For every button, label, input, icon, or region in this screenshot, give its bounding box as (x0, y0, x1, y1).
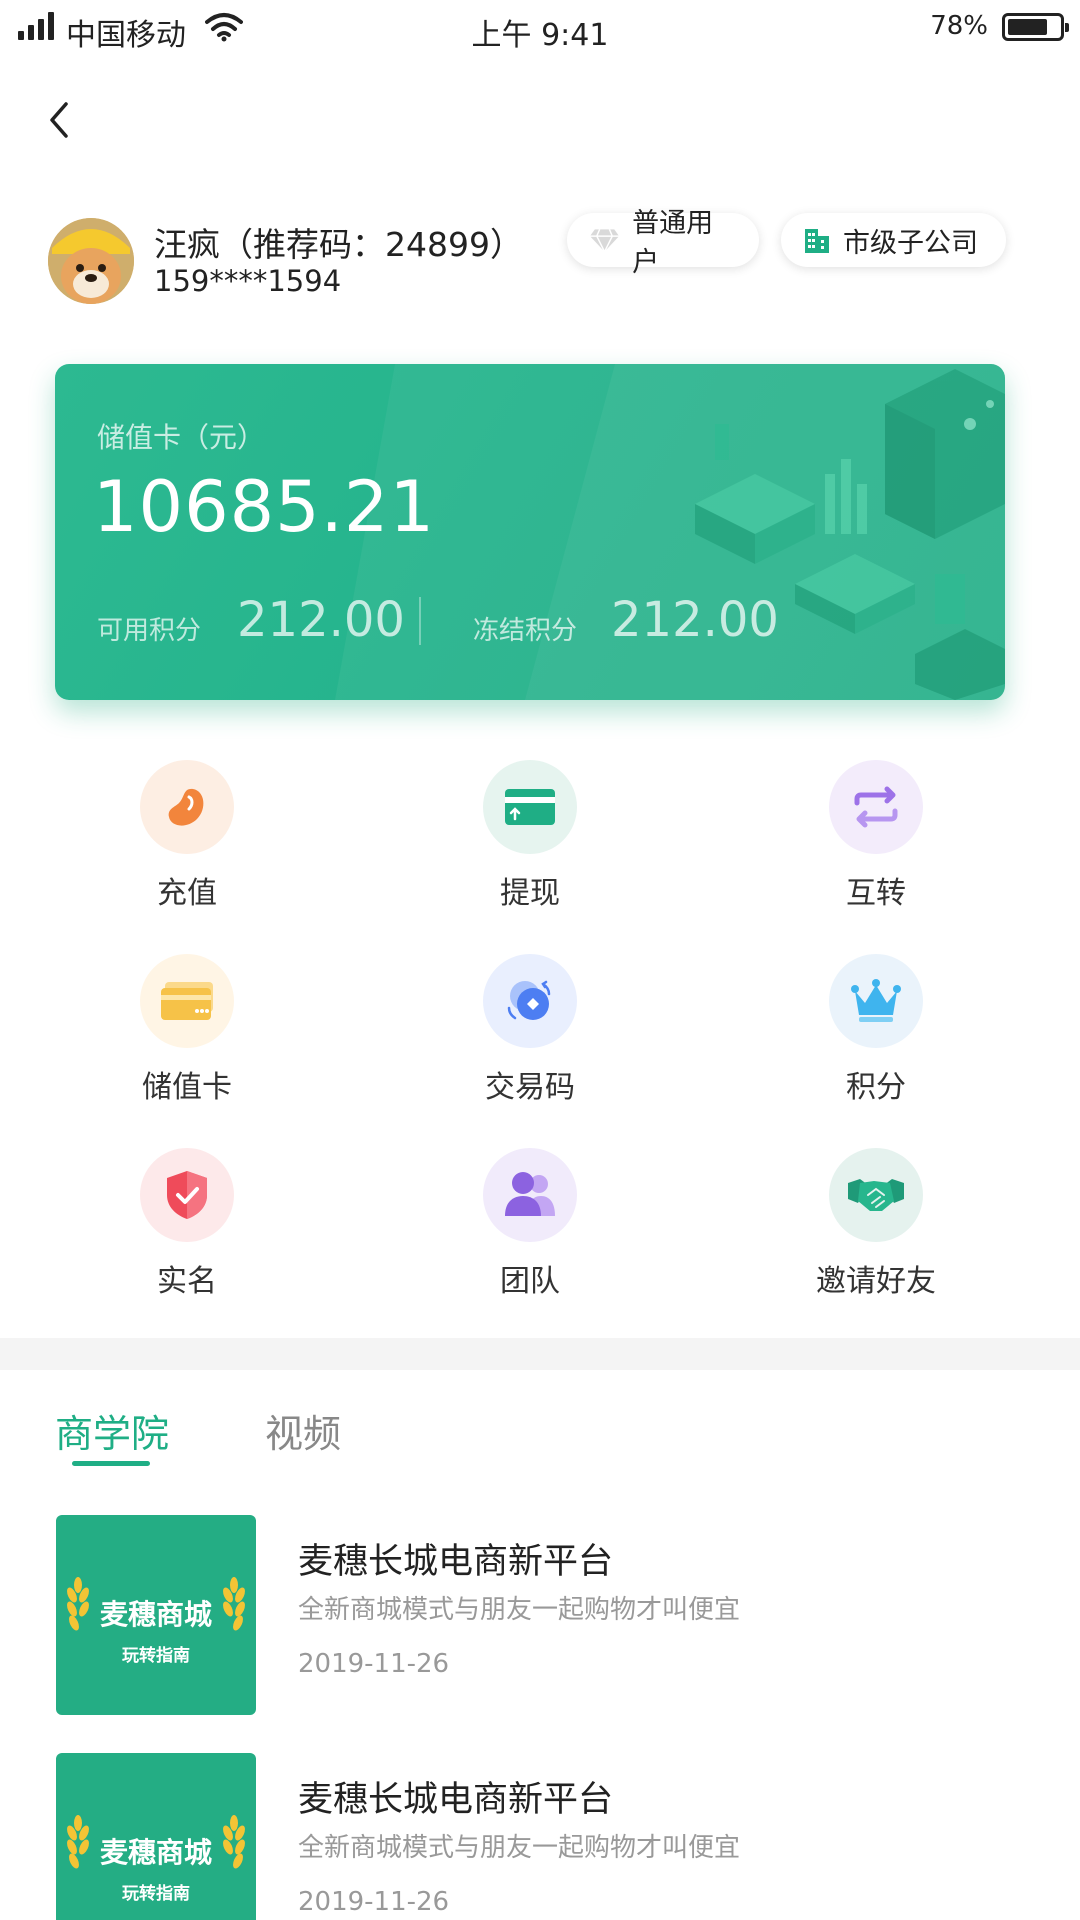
article-thumbnail: 麦穗商城 玩转指南 (56, 1753, 256, 1920)
user-phone: 159****1594 (154, 264, 342, 298)
crown-icon (851, 979, 901, 1022)
action-team[interactable]: 团队 (430, 1148, 630, 1299)
thumbnail-title: 麦穗商城 (99, 1598, 212, 1631)
card-label: 储值卡（元） (97, 421, 266, 454)
back-icon[interactable] (40, 98, 80, 142)
user-name: 汪疯（推荐码：24899） (154, 225, 523, 264)
action-label: 实名 (157, 1264, 217, 1299)
clock: 上午 9:41 (471, 18, 609, 53)
action-label: 充值 (157, 876, 217, 911)
available-points-label: 可用积分 (97, 616, 202, 646)
company-badge[interactable]: 市级子公司 (781, 213, 1006, 267)
article-description: 全新商城模式与朋友一起购物才叫便宜 (298, 1833, 741, 1863)
user-level-badge[interactable]: 普通用户 (567, 208, 759, 278)
section-divider (0, 1338, 1080, 1370)
stored-card-icon (161, 982, 213, 1020)
coin-exchange-icon (507, 980, 551, 1020)
action-points[interactable]: 积分 (776, 954, 976, 1105)
transfer-arrows-icon (854, 786, 898, 828)
action-stored-card[interactable]: 储值卡 (87, 954, 287, 1105)
active-tab-indicator (72, 1461, 150, 1466)
list-item[interactable]: 麦穗商城 玩转指南 麦穗长城电商新平台 全新商城模式与朋友一起购物才叫便宜 20… (56, 1515, 1026, 1715)
user-level-label: 普通用户 (632, 208, 714, 278)
article-date: 2019-11-26 (298, 1887, 450, 1917)
battery-icon (1002, 13, 1069, 41)
article-title: 麦穗长城电商新平台 (298, 1542, 614, 1582)
action-real-name[interactable]: 实名 (87, 1148, 287, 1299)
action-invite-friends[interactable]: 邀请好友 (776, 1148, 976, 1299)
status-bar: 中国移动 上午 9:41 78% (0, 0, 1080, 56)
action-transfer[interactable]: 互转 (776, 760, 976, 911)
battery-percent: 78% (930, 11, 988, 41)
action-label: 邀请好友 (816, 1264, 936, 1299)
frozen-points-label: 冻结积分 (473, 616, 578, 646)
action-recharge[interactable]: 充值 (87, 760, 287, 911)
action-label: 积分 (846, 1070, 906, 1105)
article-date: 2019-11-26 (298, 1649, 450, 1679)
action-label: 团队 (500, 1264, 560, 1299)
shield-check-icon (167, 1171, 207, 1219)
company-label: 市级子公司 (843, 227, 978, 259)
thumbnail-subtitle: 玩转指南 (122, 1884, 190, 1904)
available-points-value: 212.00 (237, 592, 405, 648)
card-divider (419, 597, 421, 645)
tab-business-school[interactable]: 商学院 (55, 1403, 169, 1458)
handshake-icon (848, 1179, 904, 1211)
frozen-points-value: 212.00 (611, 592, 779, 648)
card-amount: 10685.21 (93, 466, 436, 548)
article-thumbnail: 麦穗商城 玩转指南 (56, 1515, 256, 1715)
building-icon (805, 229, 829, 253)
diamond-icon (589, 229, 620, 253)
action-label: 互转 (846, 876, 906, 911)
withdraw-card-icon (505, 789, 555, 825)
thumbnail-title: 麦穗商城 (99, 1836, 212, 1869)
action-label: 储值卡 (142, 1070, 232, 1105)
balance-card[interactable]: 储值卡（元） 10685.21 可用积分 212.00 冻结积分 212.00 (55, 364, 1005, 700)
bean-icon (168, 788, 204, 826)
action-label: 提现 (500, 876, 560, 911)
team-icon (505, 1172, 555, 1216)
article-description: 全新商城模式与朋友一起购物才叫便宜 (298, 1595, 741, 1625)
avatar[interactable] (48, 218, 134, 304)
article-title: 麦穗长城电商新平台 (298, 1780, 614, 1820)
action-withdraw[interactable]: 提现 (430, 760, 630, 911)
action-trade-code[interactable]: 交易码 (430, 954, 630, 1105)
action-label: 交易码 (485, 1070, 575, 1105)
tab-video[interactable]: 视频 (265, 1403, 341, 1458)
list-item[interactable]: 麦穗商城 玩转指南 麦穗长城电商新平台 全新商城模式与朋友一起购物才叫便宜 20… (56, 1753, 1026, 1920)
thumbnail-subtitle: 玩转指南 (122, 1646, 190, 1666)
